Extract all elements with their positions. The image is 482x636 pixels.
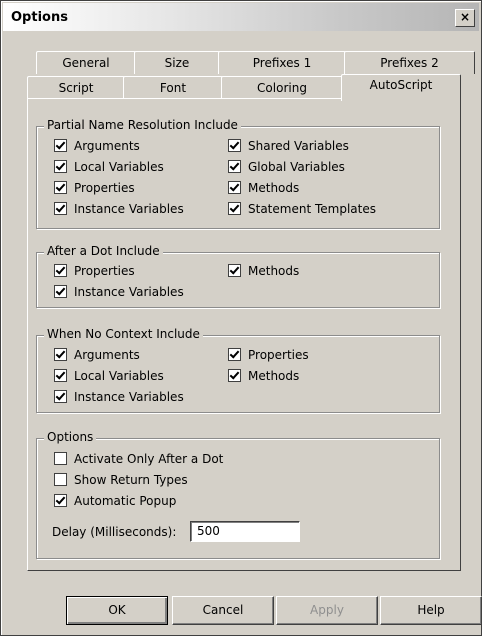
- checkbox-label: Methods: [248, 369, 300, 383]
- button-label: Apply: [310, 603, 344, 617]
- checkbox-label: Show Return Types: [74, 473, 188, 487]
- checkbox-label: Methods: [248, 264, 300, 278]
- checkbox-properties[interactable]: Properties: [54, 179, 135, 197]
- checkbox-no-context-instance-variables[interactable]: Instance Variables: [54, 388, 184, 406]
- cancel-button[interactable]: Cancel: [172, 596, 274, 625]
- apply-button[interactable]: Apply: [276, 596, 378, 625]
- checkbox-box[interactable]: [228, 202, 241, 215]
- checkbox-box[interactable]: [54, 348, 67, 361]
- tab-prefixes-2[interactable]: Prefixes 2: [344, 51, 475, 74]
- tab-label: Size: [164, 56, 190, 70]
- checkbox-box[interactable]: [54, 264, 67, 277]
- checkbox-label: Shared Variables: [248, 139, 349, 153]
- close-button[interactable]: ×: [455, 9, 475, 27]
- button-label: Cancel: [202, 603, 244, 617]
- checkbox-no-context-methods[interactable]: Methods: [228, 367, 299, 385]
- checkbox-no-context-arguments[interactable]: Arguments: [54, 346, 140, 364]
- checkbox-label: Instance Variables: [74, 202, 184, 216]
- delay-value: 500: [197, 524, 220, 538]
- checkbox-after-dot-properties[interactable]: Properties: [54, 262, 135, 280]
- checkbox-label: Local Variables: [74, 160, 164, 174]
- tab-script[interactable]: Script: [27, 76, 125, 99]
- delay-input[interactable]: 500: [190, 521, 300, 542]
- checkbox-box[interactable]: [228, 264, 241, 277]
- tab-autoscript[interactable]: AutoScript: [341, 74, 461, 101]
- checkbox-label: Instance Variables: [74, 285, 184, 299]
- checkbox-label: Statement Templates: [248, 202, 376, 216]
- checkbox-label: Properties: [74, 264, 135, 278]
- group-label: Partial Name Resolution Include: [44, 118, 241, 132]
- checkbox-box[interactable]: [228, 139, 241, 152]
- checkbox-box[interactable]: [54, 160, 67, 173]
- tab-prefixes-1[interactable]: Prefixes 1: [218, 51, 346, 74]
- checkbox-box[interactable]: [228, 348, 241, 361]
- checkbox-automatic-popup[interactable]: Automatic Popup: [54, 492, 176, 510]
- checkbox-instance-variables[interactable]: Instance Variables: [54, 200, 184, 218]
- window-title: Options: [11, 10, 68, 25]
- checkbox-label: Activate Only After a Dot: [74, 452, 224, 466]
- checkbox-show-return-types[interactable]: Show Return Types: [54, 471, 188, 489]
- checkbox-no-context-local-variables[interactable]: Local Variables: [54, 367, 164, 385]
- tab-label: Script: [58, 81, 94, 95]
- group-label: When No Context Include: [44, 327, 203, 341]
- checkbox-shared-variables[interactable]: Shared Variables: [228, 137, 349, 155]
- checkbox-no-context-properties[interactable]: Properties: [228, 346, 309, 364]
- checkbox-global-variables[interactable]: Global Variables: [228, 158, 345, 176]
- group-label: After a Dot Include: [44, 244, 163, 258]
- checkbox-box[interactable]: [54, 202, 67, 215]
- checkbox-box[interactable]: [54, 285, 67, 298]
- close-icon: ×: [459, 10, 471, 24]
- group-label: Options: [44, 430, 97, 444]
- checkbox-box[interactable]: [228, 369, 241, 382]
- checkbox-label: Local Variables: [74, 369, 164, 383]
- tab-label: Coloring: [257, 81, 307, 95]
- checkbox-methods[interactable]: Methods: [228, 179, 299, 197]
- checkbox-box[interactable]: [228, 160, 241, 173]
- checkbox-box[interactable]: [228, 181, 241, 194]
- tab-label: Prefixes 1: [252, 56, 312, 70]
- tab-coloring[interactable]: Coloring: [221, 76, 343, 99]
- checkbox-label: Arguments: [74, 139, 140, 153]
- tab-label: AutoScript: [369, 78, 433, 92]
- tab-general[interactable]: General: [36, 51, 136, 74]
- checkbox-label: Automatic Popup: [74, 494, 177, 508]
- button-label: OK: [108, 603, 126, 617]
- checkbox-statement-templates[interactable]: Statement Templates: [228, 200, 376, 218]
- checkbox-box[interactable]: [54, 494, 67, 507]
- tab-label: General: [62, 56, 110, 70]
- help-button[interactable]: Help: [380, 596, 482, 625]
- checkbox-after-dot-methods[interactable]: Methods: [228, 262, 299, 280]
- checkbox-label: Properties: [74, 181, 135, 195]
- checkbox-label: Global Variables: [248, 160, 345, 174]
- delay-label: Delay (Milliseconds):: [52, 525, 177, 539]
- tab-font[interactable]: Font: [123, 76, 223, 99]
- checkbox-label: Properties: [248, 348, 309, 362]
- ok-button[interactable]: OK: [66, 596, 168, 625]
- checkbox-box[interactable]: [54, 369, 67, 382]
- checkbox-label: Methods: [248, 181, 300, 195]
- title-bar: Options ×: [3, 3, 479, 31]
- tab-size[interactable]: Size: [134, 51, 220, 74]
- checkbox-activate-only-after-dot[interactable]: Activate Only After a Dot: [54, 450, 223, 468]
- tab-label: Prefixes 2: [380, 56, 439, 70]
- checkbox-arguments[interactable]: Arguments: [54, 137, 140, 155]
- tab-label: Font: [159, 81, 187, 95]
- checkbox-box[interactable]: [54, 452, 67, 465]
- checkbox-after-dot-instance-variables[interactable]: Instance Variables: [54, 283, 184, 301]
- checkbox-label: Arguments: [74, 348, 140, 362]
- checkbox-local-variables[interactable]: Local Variables: [54, 158, 164, 176]
- checkbox-box[interactable]: [54, 181, 67, 194]
- button-label: Help: [417, 603, 445, 617]
- checkbox-box[interactable]: [54, 390, 67, 403]
- checkbox-label: Instance Variables: [74, 390, 184, 404]
- checkbox-box[interactable]: [54, 139, 67, 152]
- checkbox-box[interactable]: [54, 473, 67, 486]
